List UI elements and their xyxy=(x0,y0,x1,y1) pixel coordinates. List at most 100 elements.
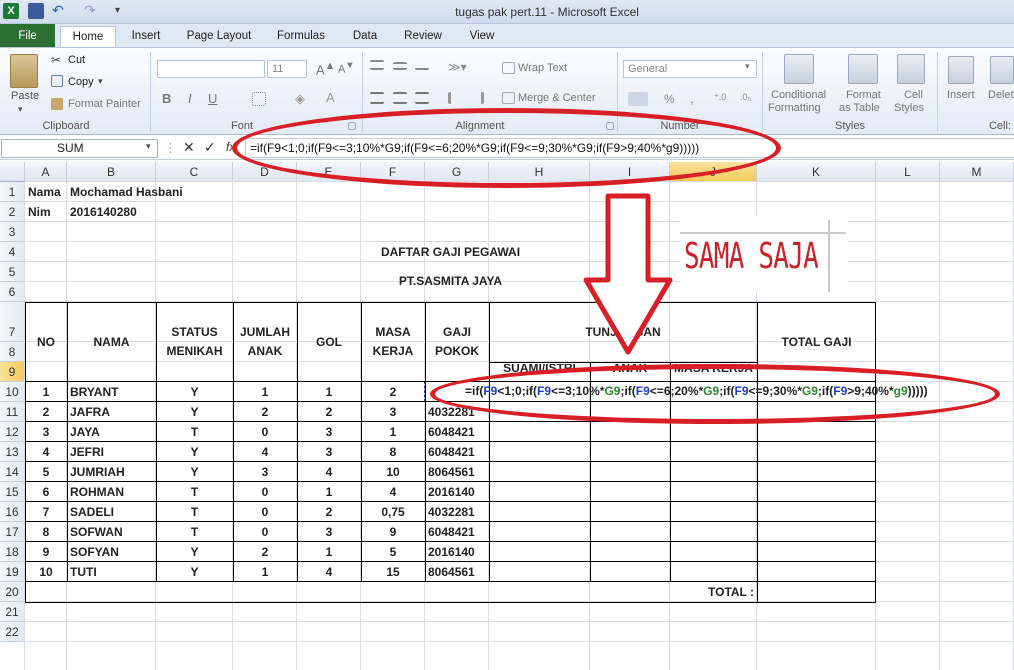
tab-review[interactable]: Review xyxy=(396,26,450,48)
selected-cell-f9[interactable] xyxy=(361,381,425,402)
increase-decimal-icon[interactable]: ⁺.0 xyxy=(714,92,726,103)
align-center-icon[interactable] xyxy=(393,92,407,104)
row-header[interactable]: 5 xyxy=(0,262,25,282)
row-header[interactable]: 20 xyxy=(0,582,25,602)
cell-masa[interactable]: 0,75 xyxy=(361,502,425,522)
paste-button[interactable]: Paste xyxy=(11,90,39,102)
cell-gaji[interactable]: 6048421 xyxy=(428,522,489,542)
cell-masa[interactable]: 3 xyxy=(361,402,425,422)
cell-gol[interactable]: 2 xyxy=(297,402,361,422)
fill-color-icon[interactable]: ◈ xyxy=(295,92,309,106)
header-status-1[interactable]: STATUS xyxy=(156,322,233,342)
row-header[interactable]: 8 xyxy=(0,342,25,362)
number-format-select[interactable]: General xyxy=(623,60,757,78)
format-painter-button[interactable]: Format Painter xyxy=(68,98,141,110)
cell-anak[interactable]: 2 xyxy=(233,542,297,562)
row-header[interactable]: 3 xyxy=(0,222,25,242)
row-header[interactable]: 12 xyxy=(0,422,25,442)
shrink-font-icon[interactable]: A▼ xyxy=(338,60,354,76)
cell-status[interactable]: T xyxy=(156,482,233,502)
row-header[interactable]: 21 xyxy=(0,602,25,622)
cell-masa[interactable]: 4 xyxy=(361,482,425,502)
cell-gol[interactable]: 4 xyxy=(297,462,361,482)
cell-anak[interactable]: 0 xyxy=(233,482,297,502)
decrease-decimal-icon[interactable]: .0₀ xyxy=(740,92,751,102)
cell-nama[interactable]: JEFRI xyxy=(70,442,156,462)
decrease-indent-icon[interactable] xyxy=(448,92,462,104)
cell-gaji[interactable]: 6048421 xyxy=(428,422,489,442)
cell-masa[interactable]: 5 xyxy=(361,542,425,562)
column-header[interactable]: M xyxy=(940,162,1014,182)
cell-nama-label[interactable]: Nama xyxy=(28,182,68,202)
cell-status[interactable]: Y xyxy=(156,542,233,562)
header-gol[interactable]: GOL xyxy=(297,332,361,352)
header-masa-kerja-1[interactable]: MASA xyxy=(361,322,425,342)
column-header[interactable]: B xyxy=(67,162,156,182)
font-name-box[interactable] xyxy=(157,60,265,78)
cell-anak[interactable]: 0 xyxy=(233,522,297,542)
comma-button[interactable]: , xyxy=(690,90,694,106)
align-bottom-icon[interactable] xyxy=(415,64,429,70)
cell-gol[interactable]: 1 xyxy=(297,542,361,562)
percent-button[interactable]: % xyxy=(664,92,675,106)
cell-status[interactable]: T xyxy=(156,502,233,522)
row-header[interactable]: 19 xyxy=(0,562,25,582)
row-header[interactable]: 6 xyxy=(0,282,25,302)
align-right-icon[interactable] xyxy=(415,92,429,104)
cell-anak[interactable]: 1 xyxy=(233,382,297,402)
cell-gol[interactable]: 4 xyxy=(297,562,361,582)
cell-anak[interactable]: 3 xyxy=(233,462,297,482)
row-header[interactable]: 10 xyxy=(0,382,25,402)
cell-anak[interactable]: 4 xyxy=(233,442,297,462)
row-header[interactable]: 13 xyxy=(0,442,25,462)
align-left-icon[interactable] xyxy=(370,92,384,104)
cell-nama-value[interactable]: Mochamad Hasbani xyxy=(70,182,270,202)
cut-button[interactable]: Cut xyxy=(68,54,85,66)
name-box[interactable]: SUM xyxy=(1,139,158,158)
cell-gaji[interactable]: 2016140 xyxy=(428,542,489,562)
tab-view[interactable]: View xyxy=(460,26,504,48)
tab-file[interactable]: File xyxy=(0,24,55,48)
tab-page-layout[interactable]: Page Layout xyxy=(180,26,258,48)
cell-gol[interactable]: 3 xyxy=(297,422,361,442)
name-box-dropdown-icon[interactable]: ▾ xyxy=(146,141,151,152)
cancel-entry-icon[interactable]: ✕ xyxy=(183,139,195,156)
paste-dropdown-icon[interactable]: ▾ xyxy=(18,104,23,115)
cell-no[interactable]: 8 xyxy=(25,522,67,542)
grow-font-icon[interactable]: A▲ xyxy=(316,60,335,77)
cell-status[interactable]: Y xyxy=(156,402,233,422)
tab-formulas[interactable]: Formulas xyxy=(270,26,332,48)
orientation-icon[interactable]: ≫▾ xyxy=(448,60,467,74)
column-header[interactable]: L xyxy=(876,162,940,182)
row-header[interactable]: 18 xyxy=(0,542,25,562)
header-gaji-pokok-2[interactable]: POKOK xyxy=(425,342,489,362)
enter-entry-icon[interactable]: ✓ xyxy=(204,139,216,156)
merge-center-button[interactable]: Merge & Center xyxy=(518,92,596,104)
align-top-icon[interactable] xyxy=(370,60,384,70)
delete-cells-button[interactable]: Delet xyxy=(988,89,1014,101)
cell-nama[interactable]: JAFRA xyxy=(70,402,156,422)
cell-no[interactable]: 7 xyxy=(25,502,67,522)
row-header[interactable]: 9 xyxy=(0,362,25,382)
cell-gaji[interactable]: 4032281 xyxy=(428,502,489,522)
cell-anak[interactable]: 0 xyxy=(233,502,297,522)
cell-masa[interactable]: 15 xyxy=(361,562,425,582)
italic-button[interactable]: I xyxy=(188,91,192,106)
column-header[interactable]: K xyxy=(757,162,876,182)
cell-no[interactable]: 5 xyxy=(25,462,67,482)
cell-status[interactable]: T xyxy=(156,522,233,542)
wrap-text-button[interactable]: Wrap Text xyxy=(518,62,567,74)
cell-anak[interactable]: 0 xyxy=(233,422,297,442)
cell-styles-button[interactable]: Cell xyxy=(904,89,923,101)
cell-nama[interactable]: SADELI xyxy=(70,502,156,522)
header-jumlah-anak-1[interactable]: JUMLAH xyxy=(233,322,297,342)
header-nama[interactable]: NAMA xyxy=(67,332,156,352)
cell-nama[interactable]: SOFYAN xyxy=(70,542,156,562)
cell-gaji[interactable]: 2016140 xyxy=(428,482,489,502)
format-as-table-button[interactable]: Format xyxy=(846,89,881,101)
cell-status[interactable]: T xyxy=(156,422,233,442)
cell-nim-value[interactable]: 2016140280 xyxy=(70,202,170,222)
header-jumlah-anak-2[interactable]: ANAK xyxy=(233,342,297,362)
cell-masa[interactable]: 10 xyxy=(361,462,425,482)
cell-no[interactable]: 6 xyxy=(25,482,67,502)
